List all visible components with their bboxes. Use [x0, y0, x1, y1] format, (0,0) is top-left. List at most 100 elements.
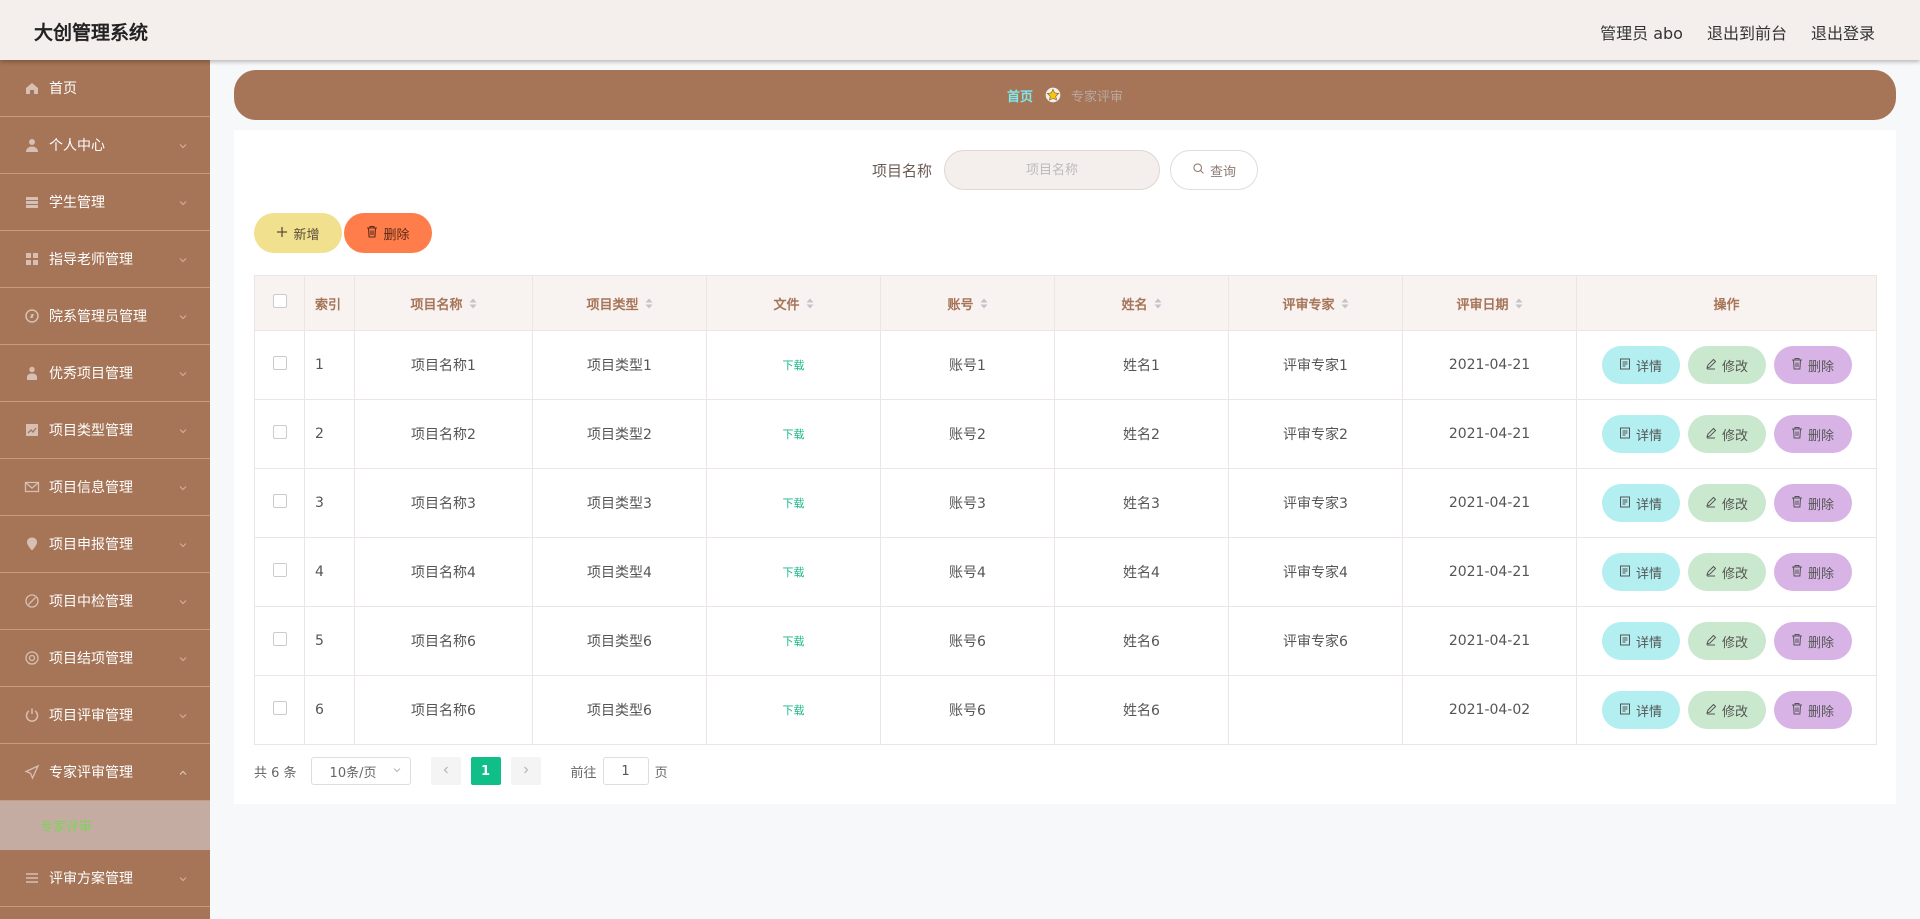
chevron-down-icon [178, 481, 188, 497]
submenu-item-expert-review[interactable]: 专家评审 [0, 801, 210, 850]
chevron-down-icon [178, 367, 188, 383]
table-row: 1 项目名称1 项目类型1 下载 账号1 姓名1 评审专家1 2021-04-21 详情 修改 删除 [254, 330, 1877, 400]
download-link[interactable]: 下载 [783, 359, 805, 372]
prev-page-button[interactable] [430, 757, 461, 785]
pencil-icon [1705, 496, 1717, 511]
row-checkbox[interactable] [272, 494, 287, 508]
detail-button[interactable]: 详情 [1601, 484, 1680, 522]
chevron-down-icon [178, 139, 188, 155]
actions-cell: 详情 修改 删除 [1576, 675, 1877, 745]
reviewer-cell [1228, 675, 1403, 745]
sidebar-item-overflow[interactable] [0, 907, 210, 919]
column-header-label: 姓名 [1121, 297, 1148, 313]
sort-icon[interactable] [1515, 298, 1523, 313]
delete-button[interactable]: 删除 [1773, 484, 1852, 522]
goto-page-input[interactable] [602, 757, 649, 785]
edit-icon [24, 593, 40, 609]
edit-button[interactable]: 修改 [1687, 622, 1766, 660]
document-icon [1619, 703, 1631, 718]
page-number-current[interactable]: 1 [470, 757, 501, 785]
sort-icon[interactable] [1341, 298, 1349, 313]
sidebar-item-7[interactable]: 项目信息管理 [0, 459, 210, 516]
edit-button[interactable]: 修改 [1687, 415, 1766, 453]
sidebar-item-1[interactable]: 个人中心 [0, 117, 210, 174]
exit-to-front-link[interactable]: 退出到前台 [1707, 20, 1787, 44]
pencil-icon [1705, 358, 1717, 373]
column-header-reviewer[interactable]: 评审专家 [1228, 275, 1403, 331]
detail-button[interactable]: 详情 [1601, 691, 1680, 729]
sidebar-item-0[interactable]: 首页 [0, 60, 210, 117]
breadcrumb-home[interactable]: 首页 [1007, 86, 1033, 105]
column-header-file[interactable]: 文件 [706, 275, 881, 331]
detail-button[interactable]: 详情 [1601, 415, 1680, 453]
download-link[interactable]: 下载 [783, 566, 805, 579]
sidebar: 首页个人中心 学生管理 指导老师管理 院系管理员管理 优秀项目管理 项目类型管理 项目信息管… [0, 60, 210, 919]
edit-button[interactable]: 修改 [1687, 691, 1766, 729]
download-link[interactable]: 下载 [783, 428, 805, 441]
review-date-cell: 2021-04-21 [1402, 606, 1577, 676]
sidebar-item-10[interactable]: 项目结项管理 [0, 630, 210, 687]
sort-icon[interactable] [469, 298, 477, 313]
index-cell: 2 [304, 399, 355, 469]
delete-button[interactable]: 删除 [1773, 691, 1852, 729]
detail-button[interactable]: 详情 [1601, 553, 1680, 591]
row-checkbox[interactable] [272, 563, 287, 577]
delete-button-label: 删除 [1807, 358, 1834, 374]
sidebar-item-label: 首页 [49, 81, 77, 97]
sort-icon[interactable] [645, 298, 653, 313]
detail-button[interactable]: 详情 [1601, 622, 1680, 660]
column-header-project-type[interactable]: 项目类型 [532, 275, 707, 331]
sidebar-item-11[interactable]: 项目评审管理 [0, 687, 210, 744]
column-header-project-name[interactable]: 项目名称 [354, 275, 533, 331]
download-link[interactable]: 下载 [783, 704, 805, 717]
column-header-account[interactable]: 账号 [880, 275, 1055, 331]
sidebar-item-8[interactable]: 项目申报管理 [0, 516, 210, 573]
column-header-review-date[interactable]: 评审日期 [1402, 275, 1577, 331]
project-name-cell: 项目名称4 [354, 537, 533, 607]
sidebar-item-2[interactable]: 学生管理 [0, 174, 210, 231]
sort-icon[interactable] [806, 298, 814, 313]
edit-button[interactable]: 修改 [1687, 484, 1766, 522]
detail-button[interactable]: 详情 [1601, 346, 1680, 384]
sidebar-item-3[interactable]: 指导老师管理 [0, 231, 210, 288]
sort-icon[interactable] [1154, 298, 1162, 313]
row-checkbox[interactable] [272, 701, 287, 715]
trash-icon [1791, 633, 1803, 649]
project-name-search-input[interactable] [944, 150, 1160, 190]
download-link[interactable]: 下载 [783, 497, 805, 510]
pencil-icon [1705, 427, 1717, 442]
row-checkbox[interactable] [272, 425, 287, 439]
sort-icon[interactable] [980, 298, 988, 313]
batch-delete-button[interactable]: 删除 [344, 213, 432, 253]
index-cell: 1 [304, 330, 355, 400]
person-icon [24, 365, 40, 381]
detail-button-label: 详情 [1635, 496, 1662, 512]
file-cell: 下载 [706, 330, 881, 400]
sidebar-item-6[interactable]: 项目类型管理 [0, 402, 210, 459]
delete-button[interactable]: 删除 [1773, 553, 1852, 591]
sidebar-item-5[interactable]: 优秀项目管理 [0, 345, 210, 402]
select-all-checkbox[interactable] [272, 294, 287, 308]
logout-link[interactable]: 退出登录 [1811, 20, 1875, 44]
edit-button[interactable]: 修改 [1687, 346, 1766, 384]
sidebar-item-4[interactable]: 院系管理员管理 [0, 288, 210, 345]
next-page-button[interactable] [510, 757, 541, 785]
edit-button-label: 修改 [1721, 427, 1748, 443]
reviewer-cell: 评审专家6 [1228, 606, 1403, 676]
delete-button[interactable]: 删除 [1773, 415, 1852, 453]
sidebar-item-9[interactable]: 项目中检管理 [0, 573, 210, 630]
delete-button[interactable]: 删除 [1773, 622, 1852, 660]
row-checkbox[interactable] [272, 356, 287, 370]
sidebar-item-12[interactable]: 专家评审管理 [0, 744, 210, 801]
column-header-name[interactable]: 姓名 [1054, 275, 1229, 331]
row-checkbox[interactable] [272, 632, 287, 646]
edit-button[interactable]: 修改 [1687, 553, 1766, 591]
index-cell: 5 [304, 606, 355, 676]
download-link[interactable]: 下载 [783, 635, 805, 648]
sidebar-item-review-plan[interactable]: 评审方案管理 [0, 850, 210, 907]
page-size-select[interactable]: 10条/页 [310, 757, 411, 785]
account-cell: 账号2 [880, 399, 1055, 469]
search-button[interactable]: 查询 [1170, 150, 1258, 190]
add-button[interactable]: 新增 [254, 213, 342, 253]
delete-button[interactable]: 删除 [1773, 346, 1852, 384]
